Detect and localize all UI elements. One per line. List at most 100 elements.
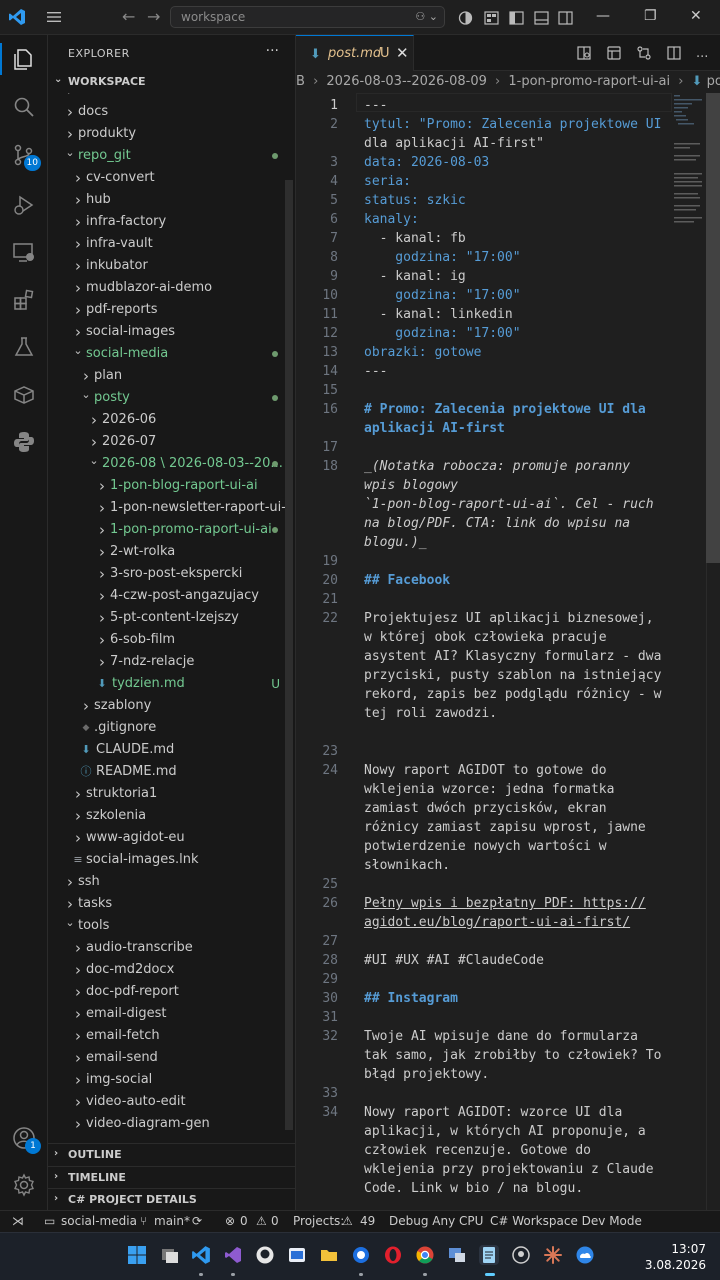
tab-post-md[interactable]: ⬇ post.md U ✕ bbox=[296, 35, 414, 71]
code-line[interactable]: w której obok człowieka pracuje bbox=[364, 628, 664, 647]
breadcrumb-item[interactable]: 1-pon-promo-raport-ui-ai bbox=[508, 74, 670, 89]
containers-icon[interactable] bbox=[12, 383, 36, 407]
code-line[interactable]: #UI #UX #AI #ClaudeCode bbox=[364, 951, 664, 970]
code-line[interactable]: # Promo: Zalecenia projektowe UI dla bbox=[364, 400, 664, 419]
accounts-icon[interactable]: 1 bbox=[12, 1126, 41, 1154]
code-line[interactable]: dla aplikacji AI-first" bbox=[364, 134, 664, 153]
csharp-project-details-section[interactable]: › C# PROJECT DETAILS bbox=[48, 1188, 295, 1210]
settings-gear-icon[interactable] bbox=[12, 1173, 36, 1197]
toggle-sidebar-icon[interactable] bbox=[509, 10, 524, 25]
tree-item[interactable]: › 5-pt-content-lzejszy bbox=[48, 607, 295, 629]
explorer-files-icon[interactable] bbox=[12, 47, 36, 71]
code-line[interactable]: rekord, zapis bez podglądu różnicy - w bbox=[364, 685, 664, 704]
tree-item[interactable]: › audio-transcribe bbox=[48, 937, 295, 959]
tree-item[interactable]: ⌄ repo_git bbox=[48, 145, 295, 167]
tree-item[interactable]: › docs bbox=[48, 101, 295, 123]
breadcrumb-item[interactable]: 2026-08-03--2026-08-09 bbox=[326, 74, 486, 89]
code-line[interactable]: godzina: "17:00" bbox=[364, 286, 664, 305]
tree-item[interactable]: › www-agidot-eu bbox=[48, 827, 295, 849]
code-line[interactable]: błąd projektowy. bbox=[364, 1065, 664, 1084]
tree-item[interactable]: › doc-md2docx bbox=[48, 959, 295, 981]
tree-item[interactable]: › 1-pon-newsletter-raport-ui-ai bbox=[48, 497, 295, 519]
tree-item[interactable]: › hub bbox=[48, 189, 295, 211]
minimap[interactable] bbox=[674, 93, 706, 233]
forward-arrow-icon[interactable]: → bbox=[147, 9, 163, 25]
toggle-panel-icon[interactable] bbox=[534, 10, 549, 25]
workspace-mode[interactable]: C# Workspace Dev Mode bbox=[490, 1214, 642, 1228]
windows-start-icon[interactable] bbox=[127, 1245, 147, 1265]
tree-item[interactable]: › struktoria1 bbox=[48, 783, 295, 805]
code-line[interactable]: obrazki: gotowe bbox=[364, 343, 664, 362]
code-line[interactable]: --- bbox=[364, 96, 664, 115]
tree-item[interactable]: › mudblazor-ai-demo bbox=[48, 277, 295, 299]
sidebar-scrollbar[interactable] bbox=[285, 180, 293, 1130]
code-line[interactable]: --- bbox=[364, 362, 664, 381]
code-line[interactable]: wklejenia przy projektowaniu z Claude bbox=[364, 1160, 664, 1179]
projects-label[interactable]: Projects: bbox=[293, 1214, 344, 1228]
github-icon[interactable] bbox=[255, 1245, 275, 1265]
chrome-icon[interactable] bbox=[415, 1245, 435, 1265]
code-line[interactable]: tak samo, jak zrobiłby to człowiek? To bbox=[364, 1046, 664, 1065]
layout-customize-icon[interactable] bbox=[484, 10, 499, 25]
tree-item[interactable]: › img-social bbox=[48, 1069, 295, 1091]
timeline-section[interactable]: › TIMELINE bbox=[48, 1166, 295, 1188]
tree-item[interactable]: › email-send bbox=[48, 1047, 295, 1069]
command-center-search[interactable]: workspace ⚇ ⌄ bbox=[170, 6, 445, 28]
firefox-icon[interactable] bbox=[351, 1245, 371, 1265]
editor-scrollbar-thumb[interactable] bbox=[706, 93, 720, 563]
code-line[interactable]: status: szkic bbox=[364, 191, 664, 210]
code-line[interactable]: Twoje AI wpisuje dane do formularza bbox=[364, 1027, 664, 1046]
tree-item[interactable]: › ssh bbox=[48, 871, 295, 893]
code-line[interactable]: wklejenia wzorce: jedna formatka bbox=[364, 780, 664, 799]
tree-item[interactable]: ›docker bbox=[48, 93, 295, 101]
code-line[interactable]: tytul: "Promo: Zalecenia projektowe UI bbox=[364, 115, 664, 134]
code-line[interactable]: zamiast dwóch przycisków, ekran bbox=[364, 799, 664, 818]
system-clock[interactable]: 13:07 3.08.2026 bbox=[645, 1241, 706, 1273]
testing-flask-icon[interactable] bbox=[12, 335, 36, 359]
restore-icon[interactable]: ❐ bbox=[644, 8, 657, 24]
tree-item[interactable]: › szablony bbox=[48, 695, 295, 717]
code-line[interactable]: blogu.)_ bbox=[364, 533, 664, 552]
more-actions-icon[interactable]: ··· bbox=[266, 43, 279, 59]
code-line[interactable]: Code. Link w bio / na blogu. bbox=[364, 1179, 664, 1198]
app-window-icon[interactable] bbox=[287, 1245, 307, 1265]
tree-item[interactable]: › pdf-reports bbox=[48, 299, 295, 321]
toggle-secondary-sidebar-icon[interactable] bbox=[558, 10, 573, 25]
code-line[interactable]: potwierdzenie nowych wartości w bbox=[364, 837, 664, 856]
code-line[interactable]: data: 2026-08-03 bbox=[364, 153, 664, 172]
file-explorer-icon[interactable] bbox=[319, 1245, 339, 1265]
tree-item[interactable]: ⌄ social-media bbox=[48, 343, 295, 365]
vscode-taskbar-icon[interactable] bbox=[191, 1245, 211, 1265]
close-window-icon[interactable]: ✕ bbox=[690, 8, 702, 24]
code-line[interactable]: _(Notatka robocza: promuje poranny bbox=[364, 457, 664, 476]
code-line[interactable]: - kanal: linkedin bbox=[364, 305, 664, 324]
open-preview-icon[interactable] bbox=[576, 45, 592, 61]
remote-explorer-icon[interactable] bbox=[12, 240, 36, 264]
visual-studio-icon[interactable] bbox=[223, 1245, 243, 1265]
tree-item[interactable]: ⬇ tydzien.md U bbox=[48, 673, 295, 695]
remote-desktop-icon[interactable] bbox=[447, 1245, 467, 1265]
code-line[interactable]: Nowy raport AGIDOT: wzorce UI dla bbox=[364, 1103, 664, 1122]
minimize-icon[interactable]: — bbox=[596, 8, 610, 24]
code-line[interactable]: godzina: "17:00" bbox=[364, 248, 664, 267]
tree-item[interactable]: › szkolenia bbox=[48, 805, 295, 827]
tree-item[interactable]: › email-fetch bbox=[48, 1025, 295, 1047]
code-line[interactable]: przyciski, pusty szablon na istniejący bbox=[364, 666, 664, 685]
extensions-icon[interactable] bbox=[12, 288, 36, 312]
debug-config[interactable]: Debug Any CPU bbox=[389, 1214, 483, 1228]
tree-item[interactable]: › tasks bbox=[48, 893, 295, 915]
close-icon[interactable]: ✕ bbox=[396, 44, 409, 62]
tree-item[interactable]: › video-auto-edit bbox=[48, 1091, 295, 1113]
copilot-chevron-icon[interactable]: ⚇ ⌄ bbox=[415, 10, 438, 23]
repo-name[interactable]: social-media bbox=[61, 1214, 137, 1228]
more-actions-icon[interactable]: ··· bbox=[696, 50, 712, 66]
code-line[interactable]: różnicy zamiast zapisu wprost, jawne bbox=[364, 818, 664, 837]
run-debug-icon[interactable] bbox=[12, 193, 36, 217]
claude-icon[interactable] bbox=[543, 1245, 563, 1265]
tree-item[interactable]: ⬇ CLAUDE.md bbox=[48, 739, 295, 761]
tree-item[interactable]: › cv-convert bbox=[48, 167, 295, 189]
code-line[interactable]: Pełny wpis i bezpłatny PDF: https:// bbox=[364, 894, 664, 913]
code-line[interactable]: agidot.eu/blog/raport-ui-ai-first/ bbox=[364, 913, 664, 932]
code-line[interactable]: godzina: "17:00" bbox=[364, 324, 664, 343]
code-line[interactable]: ## Facebook bbox=[364, 571, 664, 590]
